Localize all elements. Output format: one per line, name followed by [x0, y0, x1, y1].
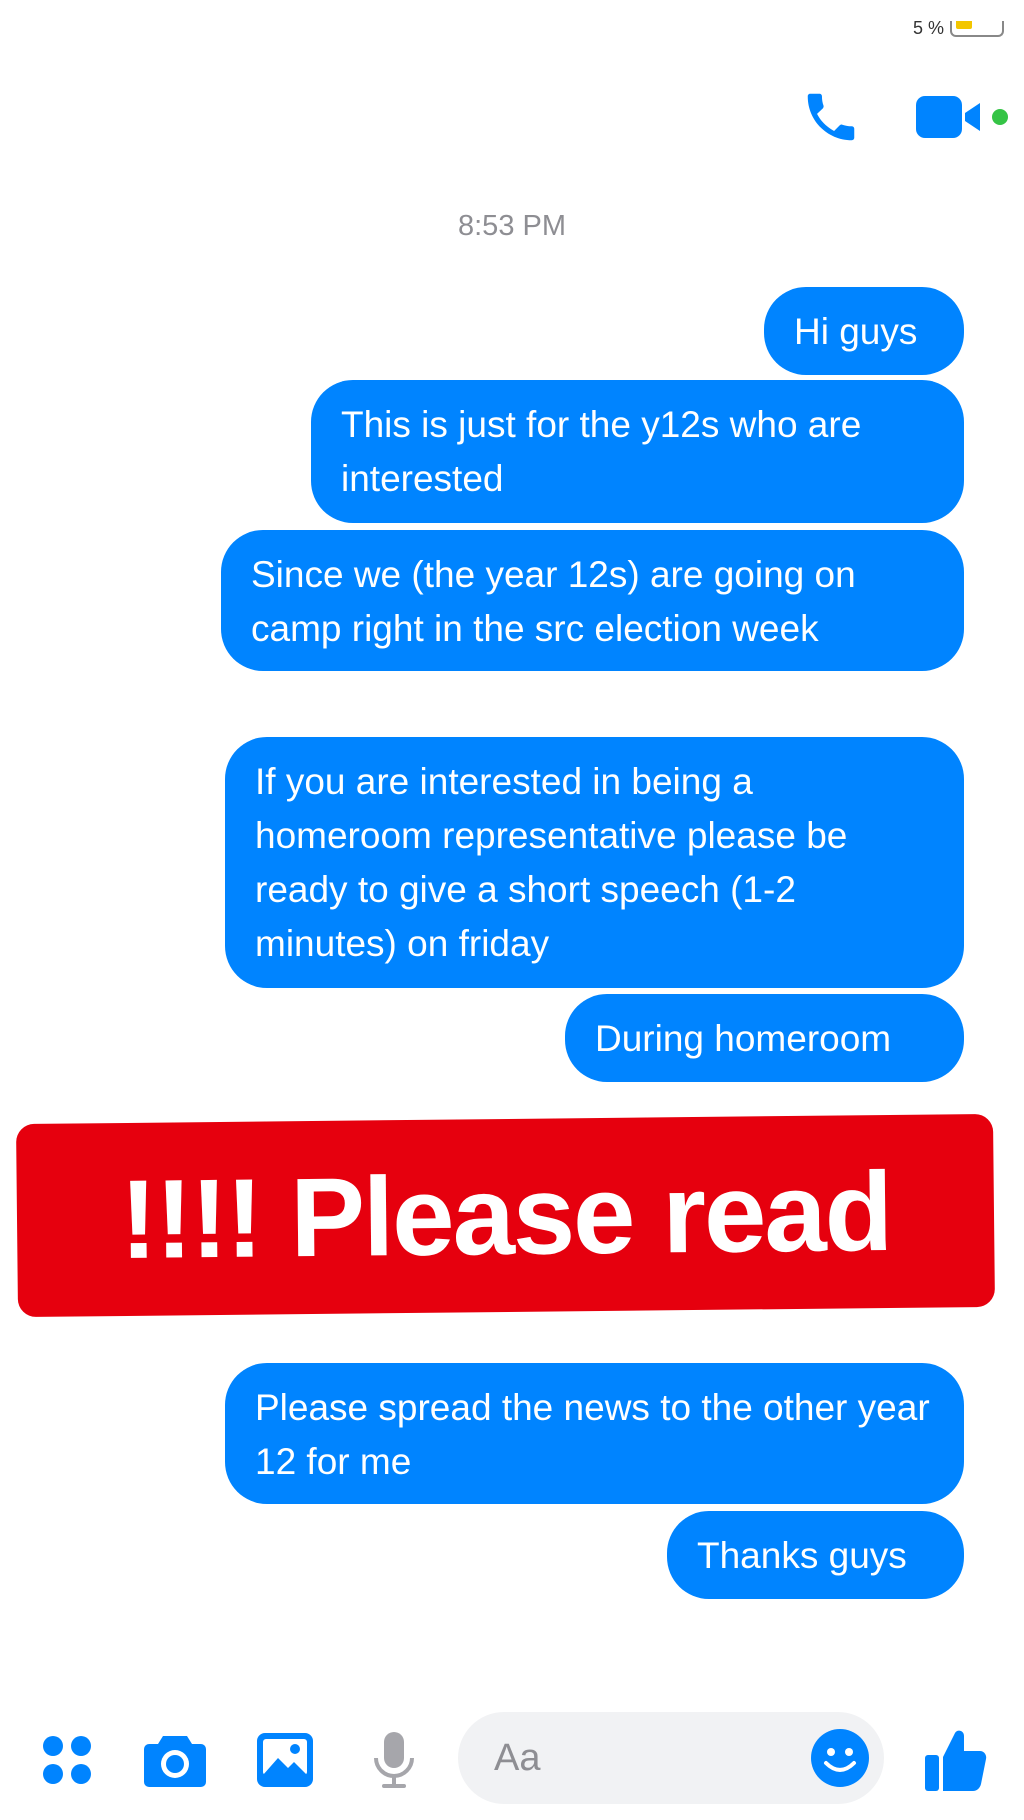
video-call-button[interactable]	[916, 93, 1008, 141]
message-text: During homeroom	[595, 1018, 892, 1059]
message-text: Please spread the news to the other year…	[255, 1387, 930, 1482]
message-bubble[interactable]: Please spread the news to the other year…	[225, 1363, 964, 1504]
message-bubble[interactable]: Hi guys	[764, 287, 964, 375]
battery-percent: 5 %	[912, 18, 944, 38]
apps-icon	[43, 1736, 91, 1784]
like-button[interactable]	[922, 1700, 988, 1820]
please-read-banner: !!!! Please read	[16, 1113, 995, 1318]
message-text: Hi guys	[794, 311, 918, 352]
message-timestamp: 8:53 PM	[458, 210, 566, 242]
gallery-button[interactable]	[256, 1700, 314, 1820]
message-input-placeholder: Aa	[494, 1736, 541, 1779]
message-bubble[interactable]: This is just for the y12s who are intere…	[311, 380, 964, 523]
battery-icon	[950, 20, 1004, 37]
message-bubble[interactable]: During homeroom	[565, 994, 964, 1082]
message-text: This is just for the y12s who are intere…	[341, 404, 862, 499]
banner-text: !!!! Please read	[119, 1148, 892, 1283]
microphone-icon	[374, 1732, 414, 1788]
message-text: Thanks guys	[697, 1535, 907, 1576]
message-text: Since we (the year 12s) are going on cam…	[251, 554, 856, 649]
camera-button[interactable]	[143, 1700, 207, 1820]
emoji-button[interactable]	[810, 1728, 870, 1793]
online-status-dot	[992, 109, 1008, 125]
call-button[interactable]	[800, 86, 862, 148]
message-bubble[interactable]: Thanks guys	[667, 1511, 964, 1599]
message-text: If you are interested in being a homeroo…	[255, 761, 848, 964]
message-bubble[interactable]: Since we (the year 12s) are going on cam…	[221, 530, 964, 671]
phone-icon	[807, 93, 855, 141]
video-camera-icon	[916, 96, 980, 138]
message-input[interactable]: Aa	[458, 1712, 884, 1804]
message-bubble[interactable]: If you are interested in being a homeroo…	[225, 737, 964, 988]
camera-icon	[144, 1736, 206, 1787]
thumbs-up-icon	[925, 1730, 987, 1791]
emoji-icon	[811, 1729, 869, 1787]
message-composer: Aa	[0, 1700, 1024, 1820]
chat-header-actions	[800, 86, 1008, 148]
gallery-icon	[257, 1733, 313, 1787]
microphone-button[interactable]	[370, 1700, 418, 1820]
apps-button[interactable]	[38, 1700, 96, 1820]
status-bar: 5 %	[913, 18, 1004, 39]
